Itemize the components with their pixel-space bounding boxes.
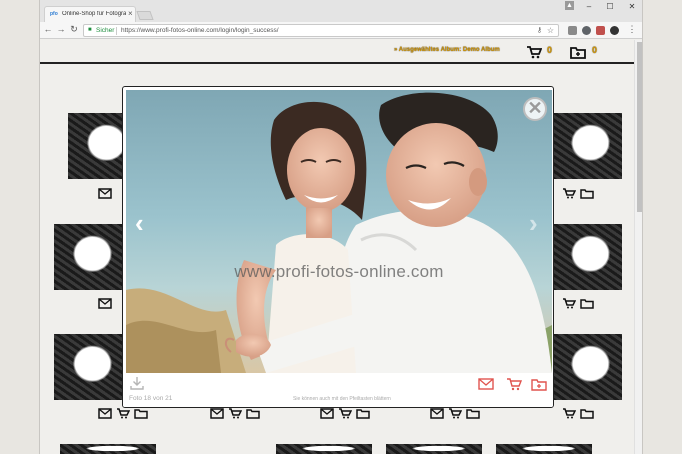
- tab-close-icon[interactable]: ×: [128, 9, 133, 18]
- couple-photo: [126, 90, 552, 373]
- divider: [116, 27, 117, 35]
- folder-count: 0: [592, 45, 598, 55]
- photo-lightbox: www.profi-fotos-online.com ‹ › ✕ Foto 18…: [122, 86, 554, 408]
- download-icon[interactable]: [130, 376, 144, 390]
- new-tab-button[interactable]: [136, 11, 154, 20]
- page-scrollbar[interactable]: [634, 40, 642, 454]
- maximize-button[interactable]: ☐: [603, 2, 617, 11]
- cart-icon[interactable]: [338, 408, 352, 419]
- photo-thumbnail[interactable]: [60, 444, 156, 454]
- selected-album-link[interactable]: » Ausgewähltes Album: Demo Album: [394, 47, 500, 53]
- cart-icon[interactable]: [562, 298, 576, 309]
- thumbnail-actions: [430, 408, 480, 420]
- browser-toolbar: ← → ↻ ■ Sicher https://www.profi-fotos-o…: [40, 22, 642, 39]
- address-bar[interactable]: ■ Sicher https://www.profi-fotos-online.…: [83, 24, 559, 37]
- thumbnail-actions: [210, 408, 260, 420]
- url-text[interactable]: https://www.profi-fotos-online.com/login…: [121, 25, 279, 36]
- thumbnail-actions: [320, 408, 370, 420]
- folder-add-icon[interactable]: [356, 408, 370, 419]
- close-icon[interactable]: ✕: [523, 97, 547, 121]
- folder-add-icon[interactable]: [580, 298, 594, 309]
- thumbnail-actions: [562, 188, 594, 200]
- folder-add-icon[interactable]: [246, 408, 260, 419]
- title-bar: pfo Online-Shop für Fotogra × ▲ – ☐ ✕: [40, 0, 642, 22]
- folder-add-icon[interactable]: [580, 408, 594, 419]
- folder-add-icon[interactable]: [570, 45, 586, 59]
- menu-icon[interactable]: ⋮: [626, 24, 638, 35]
- thumbnail-actions: [562, 408, 594, 420]
- page-content: » Ausgewähltes Album: Demo Album 0 0 www…: [40, 40, 642, 454]
- back-icon[interactable]: ←: [42, 24, 54, 34]
- photo-thumbnail[interactable]: [496, 444, 592, 454]
- mail-icon[interactable]: [210, 408, 224, 419]
- chevron-left-icon[interactable]: ‹: [135, 208, 144, 239]
- photo-thumbnail[interactable]: [386, 444, 482, 454]
- folder-add-icon[interactable]: [531, 377, 547, 391]
- cart-icon[interactable]: [116, 408, 130, 419]
- photo-thumbnail[interactable]: [54, 334, 124, 400]
- secure-label: Sicher: [96, 27, 115, 34]
- cart-icon[interactable]: [448, 408, 462, 419]
- key-icon[interactable]: ⚷: [537, 25, 542, 36]
- mail-icon[interactable]: [98, 408, 112, 419]
- scrollbar-thumb[interactable]: [637, 42, 642, 212]
- thumbnail-actions: [98, 298, 112, 310]
- photo-thumbnail[interactable]: [54, 224, 124, 290]
- cart-icon[interactable]: [228, 408, 242, 419]
- tab-title: Online-Shop für Fotogra: [62, 11, 126, 17]
- folder-add-icon[interactable]: [580, 188, 594, 199]
- mail-icon[interactable]: [320, 408, 334, 419]
- folder-add-icon[interactable]: [134, 408, 148, 419]
- chevron-right-icon[interactable]: ›: [529, 208, 538, 239]
- close-window-button[interactable]: ✕: [625, 2, 639, 11]
- mail-icon[interactable]: [430, 408, 444, 419]
- cart-count: 0: [547, 45, 553, 55]
- minimize-button[interactable]: –: [582, 2, 596, 11]
- favicon: pfo: [50, 11, 58, 17]
- profile-icon[interactable]: ▲: [565, 1, 574, 10]
- thumbnail-actions: [98, 188, 112, 200]
- extension-icon[interactable]: [568, 26, 577, 35]
- photo-counter: Foto 18 von 21: [129, 395, 173, 402]
- browser-window: pfo Online-Shop für Fotogra × ▲ – ☐ ✕ ← …: [39, 0, 643, 454]
- photo-thumbnail[interactable]: [276, 444, 372, 454]
- cart-icon[interactable]: [562, 408, 576, 419]
- photo-thumbnail[interactable]: [552, 334, 622, 400]
- lock-icon: ■: [88, 27, 92, 33]
- photo-thumbnail[interactable]: [552, 224, 622, 290]
- photo-thumbnail[interactable]: [552, 113, 622, 179]
- site-header: » Ausgewähltes Album: Demo Album 0 0: [40, 40, 634, 64]
- keyboard-hint: Sie können auch mit den Pfeiltasten blät…: [293, 396, 391, 402]
- lightbox-photo: www.profi-fotos-online.com ‹ › ✕: [126, 90, 552, 373]
- folder-add-icon[interactable]: [466, 408, 480, 419]
- extension-icon[interactable]: [596, 26, 605, 35]
- mail-icon[interactable]: [478, 377, 494, 391]
- watermark-text: www.profi-fotos-online.com: [234, 262, 444, 281]
- reload-icon[interactable]: ↻: [68, 24, 80, 35]
- extension-icon[interactable]: [610, 26, 619, 35]
- mail-icon[interactable]: [98, 298, 112, 309]
- cart-icon[interactable]: [506, 377, 522, 391]
- cart-icon[interactable]: [526, 45, 542, 59]
- thumbnail-actions: [98, 408, 148, 420]
- mail-icon[interactable]: [98, 188, 112, 199]
- thumbnail-actions: [562, 298, 594, 310]
- browser-tab[interactable]: pfo Online-Shop für Fotogra ×: [44, 6, 136, 22]
- lightbox-footer: Foto 18 von 21 Sie können auch mit den P…: [123, 373, 553, 407]
- forward-icon[interactable]: →: [55, 24, 67, 34]
- star-icon[interactable]: ☆: [547, 25, 554, 36]
- cart-icon[interactable]: [562, 188, 576, 199]
- extension-icon[interactable]: [582, 26, 591, 35]
